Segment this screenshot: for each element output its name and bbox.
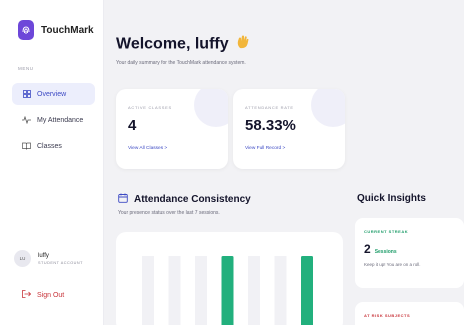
quick-insights-title: Quick Insights: [357, 193, 426, 204]
sidebar-item-classes[interactable]: Classes: [12, 135, 95, 157]
consistency-heading: Attendance Consistency: [118, 193, 251, 206]
bar-track-3: [195, 256, 207, 325]
fingerprint-logo-icon: [18, 20, 34, 40]
streak-count: 2: [364, 242, 371, 256]
avatar: LU: [14, 250, 31, 267]
sidebar: TouchMark MENU Overview My Attendance Cl…: [0, 0, 104, 325]
book-icon: [22, 142, 31, 151]
stat-card-active-classes: ACTIVE CLASSES 4 View All Classes >: [116, 89, 228, 169]
insight-card-current-streak: CURRENT STREAK 2 Sessions Keep it up! Yo…: [355, 218, 464, 288]
card-decoration: [311, 89, 345, 127]
app-name: TouchMark: [41, 24, 94, 36]
page-subtitle: Your daily summary for the TouchMark att…: [116, 60, 246, 66]
calendar-icon: [118, 193, 128, 206]
page-title: Welcome, luffy: [116, 34, 250, 55]
bar-track-5: [248, 256, 260, 325]
welcome-text: Welcome, luffy: [116, 35, 229, 53]
view-full-record-link[interactable]: View Full Record >: [245, 146, 285, 151]
stat-value: 58.33%: [245, 117, 296, 134]
grid-icon: [22, 90, 31, 99]
consistency-subtitle: Your presence status over the last 7 ses…: [118, 210, 220, 216]
sidebar-item-label: Classes: [37, 142, 62, 150]
stat-label: ACTIVE CLASSES: [128, 105, 172, 110]
bar-session-7[interactable]: [301, 256, 313, 325]
sidebar-item-label: Overview: [37, 90, 67, 98]
sidebar-item-label: My Attendance: [37, 116, 84, 124]
attendance-chart: [116, 232, 343, 325]
bar-track-2: [168, 256, 181, 325]
consistency-title: Attendance Consistency: [134, 194, 251, 205]
stat-card-attendance-rate: ATTENDANCE RATE 58.33% View Full Record …: [233, 89, 345, 169]
card-decoration: [194, 89, 228, 127]
user-profile[interactable]: LU luffy STUDENT ACCOUNT: [14, 250, 83, 267]
insight-label: CURRENT STREAK: [364, 229, 409, 234]
user-name: luffy: [38, 252, 49, 259]
sign-out-label: Sign Out: [37, 291, 65, 299]
bar-track-1: [142, 256, 154, 325]
stat-label: ATTENDANCE RATE: [245, 105, 294, 110]
stat-value: 4: [128, 117, 137, 134]
sidebar-item-overview[interactable]: Overview: [12, 83, 95, 105]
waving-hand-icon: [236, 34, 250, 55]
insight-value: 2 Sessions: [364, 242, 397, 256]
bar-track-6: [274, 256, 287, 325]
sidebar-item-my-attendance[interactable]: My Attendance: [12, 109, 95, 131]
sign-out-button[interactable]: Sign Out: [22, 290, 64, 300]
user-role: STUDENT ACCOUNT: [38, 260, 83, 265]
view-all-classes-link[interactable]: View All Classes >: [128, 146, 167, 151]
insight-note: Keep it up! You are on a roll.: [364, 262, 421, 267]
attendance-chart-svg: [142, 256, 313, 325]
insight-label: AT RISK SUBJECTS: [364, 313, 411, 318]
bar-session-4[interactable]: [221, 256, 234, 325]
insight-card-at-risk: AT RISK SUBJECTS: [355, 302, 464, 325]
streak-unit: Sessions: [374, 249, 397, 255]
logout-icon: [22, 290, 32, 300]
pulse-icon: [22, 116, 31, 125]
menu-section-label: MENU: [18, 66, 34, 71]
brand[interactable]: TouchMark: [18, 20, 94, 40]
